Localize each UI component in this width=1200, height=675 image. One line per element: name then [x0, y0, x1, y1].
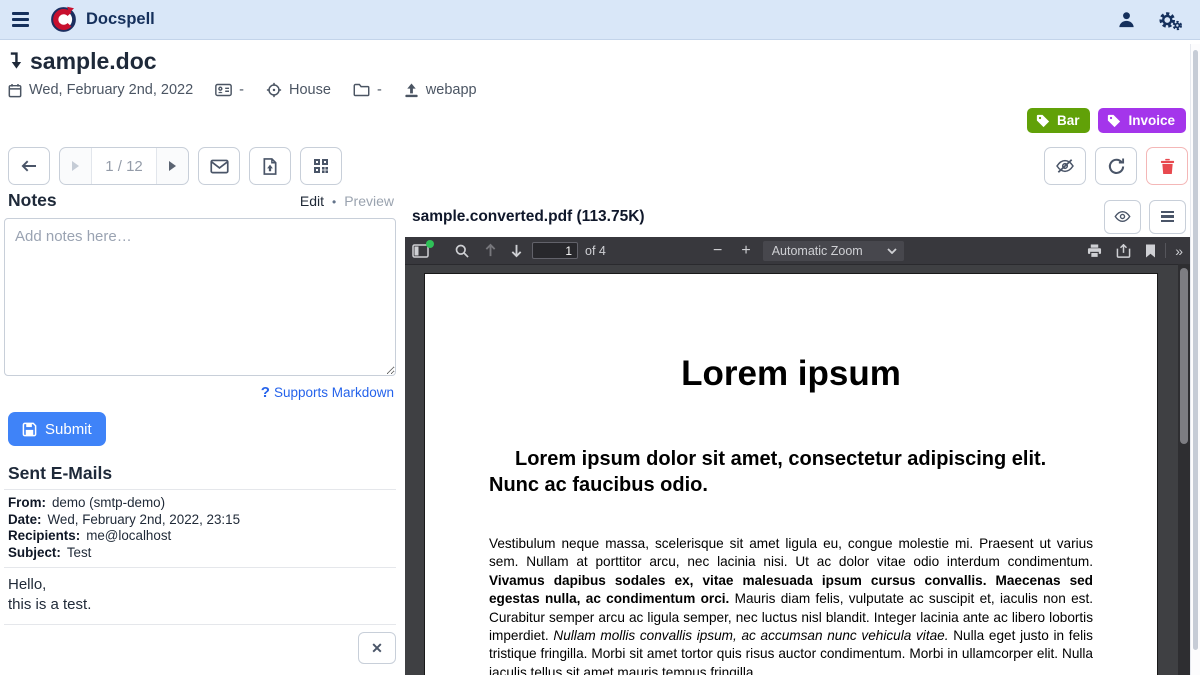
folder-icon: [353, 83, 370, 97]
pdf-toolbar: of 4 − + Automatic Zoom: [405, 237, 1190, 264]
item-toolbar: 1 / 12: [8, 147, 1188, 185]
view-toggle-button[interactable]: [1104, 200, 1141, 234]
email-date-row: Date:Wed, February 2nd, 2022, 23:15: [8, 512, 392, 529]
top-navbar: Docspell: [0, 0, 1200, 40]
next-page-button[interactable]: [157, 148, 188, 184]
pdf-search-icon[interactable]: [455, 244, 469, 258]
sent-emails-title: Sent E-Mails: [4, 463, 396, 484]
question-icon: ?: [261, 384, 270, 401]
document-title-row: sample.doc: [8, 48, 157, 75]
pdf-bookmark-icon[interactable]: [1145, 244, 1156, 258]
upload-icon: [404, 83, 419, 98]
menu-icon[interactable]: [0, 0, 40, 40]
correspondent-card-icon: [215, 83, 232, 97]
qr-code-button[interactable]: [300, 147, 342, 185]
pdf-viewer: of 4 − + Automatic Zoom: [405, 237, 1190, 675]
attachment-pager: 1 / 12: [59, 147, 189, 185]
pdf-zoom-select[interactable]: Automatic Zoom: [763, 241, 904, 261]
pdf-zoom-out-icon[interactable]: −: [713, 242, 722, 260]
submit-button[interactable]: Submit: [8, 412, 106, 446]
attachment-title: sample.converted.pdf (113.75K): [412, 208, 645, 226]
email-recipients-row: Recipients:me@localhost: [8, 528, 392, 545]
user-icon[interactable]: [1117, 10, 1136, 29]
pdf-prev-page-icon[interactable]: [484, 243, 497, 258]
back-button[interactable]: [8, 147, 50, 185]
notes-edit-tab[interactable]: Edit: [300, 193, 324, 209]
pdf-print-icon[interactable]: [1087, 244, 1102, 258]
pdf-doc-subtitle: Lorem ipsum dolor sit amet, consectetur …: [489, 446, 1093, 498]
page-scrollbar[interactable]: [1190, 44, 1200, 675]
tags-row: Bar Invoice: [1027, 108, 1186, 133]
concerning-value: House: [289, 82, 331, 98]
pdf-paragraph: Vestibulum neque massa, scelerisque sit …: [489, 535, 1093, 675]
brand-name: Docspell: [86, 10, 155, 29]
page-indicator: 1 / 12: [91, 148, 157, 184]
tag-icon: [1036, 114, 1050, 128]
brand[interactable]: Docspell: [50, 6, 155, 33]
page-scrollbar-thumb[interactable]: [1193, 50, 1198, 650]
settings-gears-icon[interactable]: [1158, 9, 1182, 31]
email-body-line: this is a test.: [8, 595, 392, 615]
submit-label: Submit: [45, 421, 92, 438]
attachment-menu-button[interactable]: [1149, 200, 1186, 234]
source-value: webapp: [426, 82, 477, 98]
tag-label: Invoice: [1128, 113, 1175, 128]
tag-chip[interactable]: Invoice: [1098, 108, 1186, 133]
chevron-down-icon: [887, 248, 897, 254]
download-arrow-icon[interactable]: [8, 50, 23, 74]
notes-title: Notes: [8, 190, 57, 211]
email-from-row: From:demo (smtp-demo): [8, 495, 392, 512]
mail-button[interactable]: [198, 147, 240, 185]
sidebar-notification-dot: [426, 240, 434, 248]
pdf-zoom-value: Automatic Zoom: [772, 244, 863, 258]
close-email-button[interactable]: ✕: [358, 632, 396, 664]
save-icon: [22, 422, 37, 437]
pdf-page-input[interactable]: [532, 242, 578, 259]
pdf-page-count: of 4: [585, 244, 606, 258]
pdf-scrollbar-thumb[interactable]: [1180, 268, 1188, 444]
folder-value: -: [377, 82, 382, 98]
tag-icon: [1107, 114, 1121, 128]
bars-icon: [1161, 211, 1174, 223]
correspondent-value: -: [239, 82, 244, 98]
item-date: Wed, February 2nd, 2022: [29, 82, 193, 98]
page-title: sample.doc: [30, 48, 157, 75]
pdf-scrollbar[interactable]: [1178, 264, 1190, 675]
docspell-logo-icon: [50, 6, 77, 33]
notes-preview-tab[interactable]: Preview: [344, 193, 394, 209]
pdf-page: Lorem ipsum Lorem ipsum dolor sit amet, …: [424, 273, 1158, 675]
crosshair-icon: [266, 82, 282, 98]
file-upload-button[interactable]: [249, 147, 291, 185]
delete-button[interactable]: [1146, 147, 1188, 185]
pdf-zoom-in-icon[interactable]: +: [741, 242, 750, 260]
tab-separator-dot: •: [332, 195, 336, 209]
left-panel: Notes Edit • Preview ?Supports Markdown …: [4, 190, 396, 664]
pdf-next-page-icon[interactable]: [510, 243, 523, 258]
pdf-more-tools-icon[interactable]: »: [1175, 243, 1182, 259]
email-body-line: Hello,: [8, 575, 392, 595]
attachment-panel: sample.converted.pdf (113.75K): [405, 196, 1190, 675]
hide-item-button[interactable]: [1044, 147, 1086, 185]
markdown-hint-link[interactable]: ? Supports Markdown: [4, 384, 396, 401]
markdown-hint-label: Supports Markdown: [274, 385, 394, 400]
pdf-save-icon[interactable]: [1116, 244, 1131, 258]
email-body: Hello, this is a test.: [4, 567, 396, 624]
tag-label: Bar: [1057, 113, 1080, 128]
reprocess-button[interactable]: [1095, 147, 1137, 185]
pdf-sidebar-toggle-icon[interactable]: [412, 244, 429, 258]
email-subject-row: Subject:Test: [8, 545, 392, 562]
tag-chip[interactable]: Bar: [1027, 108, 1091, 133]
document-meta-row: Wed, February 2nd, 2022 - House - webapp: [8, 82, 477, 98]
prev-page-button[interactable]: [60, 148, 91, 184]
calendar-icon: [8, 83, 22, 98]
pdf-doc-title: Lorem ipsum: [489, 354, 1093, 394]
notes-input[interactable]: [4, 218, 396, 376]
email-card: From:demo (smtp-demo) Date:Wed, February…: [4, 489, 396, 664]
